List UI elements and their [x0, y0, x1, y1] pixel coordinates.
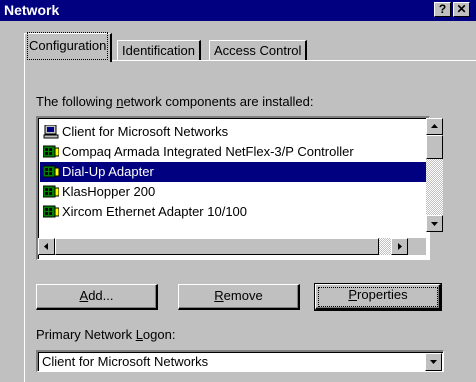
dropdown-button[interactable]	[425, 353, 442, 371]
vertical-scrollbar[interactable]	[426, 118, 443, 232]
horizontal-scrollbar[interactable]	[38, 238, 408, 255]
network-adapter-icon	[43, 145, 59, 158]
properties-button[interactable]: Properties	[314, 283, 442, 311]
client-icon	[43, 125, 59, 139]
add-button[interactable]: Add...	[36, 284, 158, 310]
close-button[interactable]: ✕	[453, 2, 470, 17]
scroll-corner	[408, 238, 426, 255]
scroll-down-button[interactable]	[426, 215, 443, 232]
close-icon: ✕	[456, 2, 467, 16]
tab-configuration[interactable]: Configuration	[24, 32, 113, 62]
remove-button[interactable]: Remove	[178, 284, 300, 310]
list-item-selected[interactable]: Dial-Up Adapter	[40, 162, 428, 182]
list-item[interactable]: Xircom Ethernet Adapter 10/100	[40, 202, 428, 222]
scroll-thumb-horizontal[interactable]	[55, 238, 379, 255]
arrow-up-icon	[431, 124, 438, 128]
list-item[interactable]: Compaq Armada Integrated NetFlex-3/P Con…	[40, 142, 428, 162]
help-icon: ?	[438, 2, 447, 16]
tab-label: Access Control	[214, 43, 302, 58]
logon-label: Primary Network Logon:	[36, 327, 176, 342]
network-adapter-icon	[43, 165, 59, 178]
tab-label: Configuration	[26, 32, 109, 60]
network-adapter-icon	[43, 185, 59, 198]
scroll-right-button[interactable]	[391, 238, 408, 255]
scroll-up-button[interactable]	[426, 118, 443, 135]
components-label: The following network components are ins…	[36, 94, 314, 109]
scroll-left-button[interactable]	[38, 238, 55, 255]
list-item[interactable]: Client for Microsoft Networks	[40, 122, 428, 142]
title-bar: Network ? ✕	[0, 0, 476, 21]
list-item[interactable]: KlasHopper 200	[40, 182, 428, 202]
arrow-right-icon	[398, 243, 402, 250]
network-adapter-icon	[43, 205, 59, 218]
tab-access-control[interactable]: Access Control	[209, 40, 308, 60]
primary-logon-select[interactable]: Client for Microsoft Networks	[36, 350, 444, 372]
primary-logon-value: Client for Microsoft Networks	[42, 354, 209, 369]
help-button[interactable]: ?	[434, 2, 451, 17]
tab-label: Identification	[122, 43, 195, 58]
scroll-thumb[interactable]	[426, 135, 443, 159]
chevron-down-icon	[430, 360, 437, 364]
arrow-left-icon	[44, 243, 48, 250]
arrow-down-icon	[431, 222, 438, 226]
window-title: Network	[4, 2, 60, 18]
tab-identification[interactable]: Identification	[117, 40, 201, 60]
